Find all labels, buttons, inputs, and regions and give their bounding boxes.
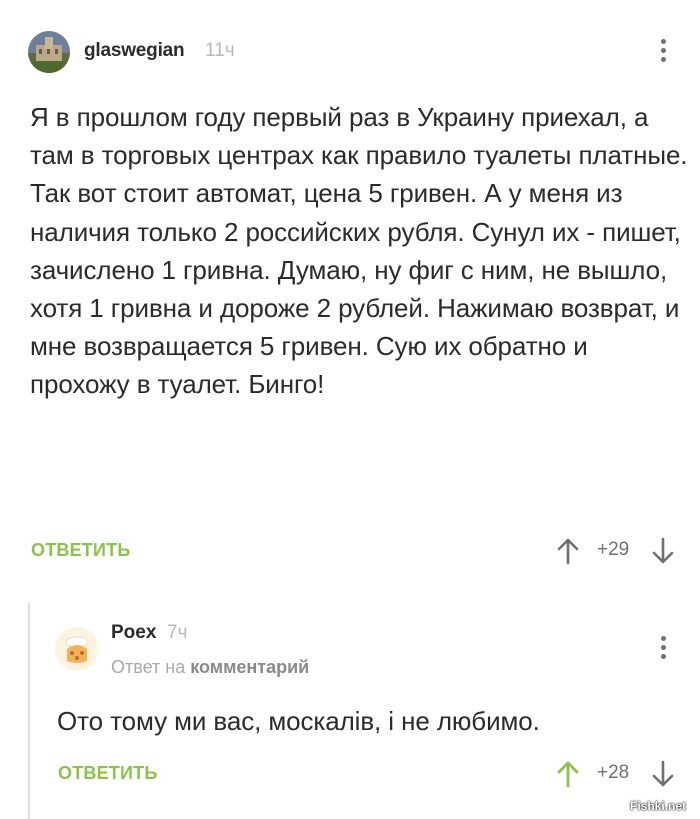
more-vertical-icon[interactable] [655, 36, 673, 66]
comment-main: glaswegian 11ч Я в прошлом году первый р… [0, 0, 700, 575]
arrow-up-icon[interactable] [555, 536, 581, 566]
author-name[interactable]: Poex [111, 622, 156, 644]
reply-to-info: Ответ на комментарий [111, 657, 309, 678]
arrow-down-icon[interactable] [650, 536, 676, 566]
more-vertical-icon[interactable] [655, 633, 673, 663]
comment-time: 7ч [167, 622, 188, 643]
reply-button[interactable]: ОТВЕТИТЬ [31, 540, 130, 561]
avatar[interactable] [55, 627, 99, 671]
reply-to-prefix: Ответ на [111, 657, 186, 677]
thread-line [28, 603, 30, 819]
author-name[interactable]: glaswegian [84, 40, 185, 62]
score: +28 [597, 762, 630, 783]
avatar[interactable] [28, 31, 70, 73]
comment-text: Я в прошлом году первый раз в Украину пр… [30, 102, 688, 400]
score: +29 [597, 539, 630, 560]
comment-text: Ото тому ми вас, москалів, і не любимо. [57, 706, 540, 736]
comment-time: 11ч [205, 40, 235, 61]
reply-button[interactable]: ОТВЕТИТЬ [58, 763, 157, 784]
reply-to-link[interactable]: комментарий [190, 657, 309, 677]
watermark: Fishki.net [630, 799, 687, 813]
arrow-up-icon[interactable] [555, 759, 581, 789]
arrow-down-icon[interactable] [650, 759, 676, 789]
